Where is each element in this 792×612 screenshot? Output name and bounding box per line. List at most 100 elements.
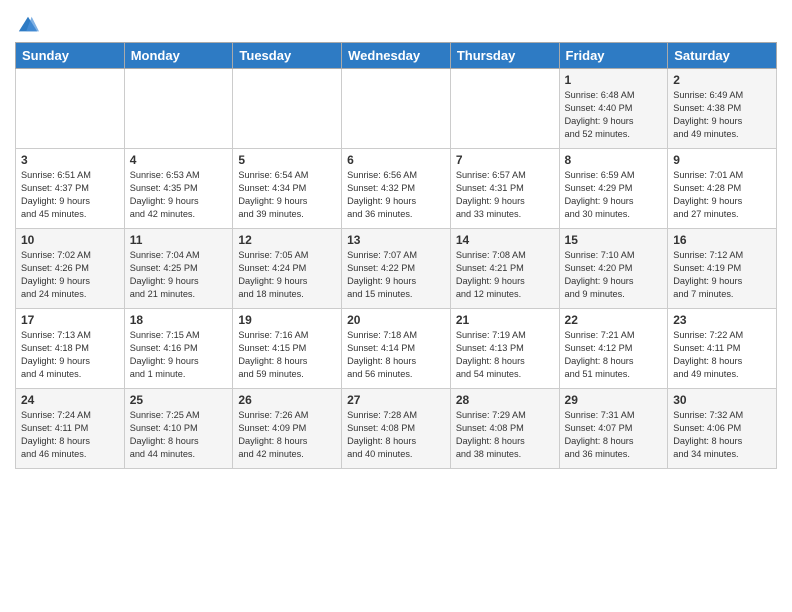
day-info: Sunrise: 7:07 AM Sunset: 4:22 PM Dayligh… xyxy=(347,249,445,301)
day-cell: 29 Sunrise: 7:31 AM Sunset: 4:07 PM Dayli… xyxy=(559,389,668,469)
day-cell: 18 Sunrise: 7:15 AM Sunset: 4:16 PM Dayli… xyxy=(124,309,233,389)
weekday-header-row: SundayMondayTuesdayWednesdayThursdayFrid… xyxy=(16,43,777,69)
day-number: 29 xyxy=(565,393,663,407)
day-info: Sunrise: 7:02 AM Sunset: 4:26 PM Dayligh… xyxy=(21,249,119,301)
day-cell xyxy=(124,69,233,149)
day-cell xyxy=(342,69,451,149)
day-info: Sunrise: 7:10 AM Sunset: 4:20 PM Dayligh… xyxy=(565,249,663,301)
day-number: 20 xyxy=(347,313,445,327)
day-cell xyxy=(450,69,559,149)
day-info: Sunrise: 7:08 AM Sunset: 4:21 PM Dayligh… xyxy=(456,249,554,301)
day-info: Sunrise: 7:26 AM Sunset: 4:09 PM Dayligh… xyxy=(238,409,336,461)
weekday-header-monday: Monday xyxy=(124,43,233,69)
day-number: 6 xyxy=(347,153,445,167)
day-info: Sunrise: 7:18 AM Sunset: 4:14 PM Dayligh… xyxy=(347,329,445,381)
day-cell: 8 Sunrise: 6:59 AM Sunset: 4:29 PM Daylig… xyxy=(559,149,668,229)
day-info: Sunrise: 7:24 AM Sunset: 4:11 PM Dayligh… xyxy=(21,409,119,461)
day-number: 13 xyxy=(347,233,445,247)
day-info: Sunrise: 6:59 AM Sunset: 4:29 PM Dayligh… xyxy=(565,169,663,221)
day-number: 12 xyxy=(238,233,336,247)
day-info: Sunrise: 7:13 AM Sunset: 4:18 PM Dayligh… xyxy=(21,329,119,381)
day-cell: 10 Sunrise: 7:02 AM Sunset: 4:26 PM Dayli… xyxy=(16,229,125,309)
day-number: 10 xyxy=(21,233,119,247)
day-info: Sunrise: 6:49 AM Sunset: 4:38 PM Dayligh… xyxy=(673,89,771,141)
week-row-2: 3 Sunrise: 6:51 AM Sunset: 4:37 PM Daylig… xyxy=(16,149,777,229)
day-cell: 13 Sunrise: 7:07 AM Sunset: 4:22 PM Dayli… xyxy=(342,229,451,309)
day-cell: 1 Sunrise: 6:48 AM Sunset: 4:40 PM Daylig… xyxy=(559,69,668,149)
day-info: Sunrise: 7:19 AM Sunset: 4:13 PM Dayligh… xyxy=(456,329,554,381)
day-number: 11 xyxy=(130,233,228,247)
day-cell: 5 Sunrise: 6:54 AM Sunset: 4:34 PM Daylig… xyxy=(233,149,342,229)
day-number: 28 xyxy=(456,393,554,407)
day-info: Sunrise: 7:01 AM Sunset: 4:28 PM Dayligh… xyxy=(673,169,771,221)
day-number: 18 xyxy=(130,313,228,327)
day-cell: 7 Sunrise: 6:57 AM Sunset: 4:31 PM Daylig… xyxy=(450,149,559,229)
day-number: 26 xyxy=(238,393,336,407)
day-cell xyxy=(233,69,342,149)
day-cell: 9 Sunrise: 7:01 AM Sunset: 4:28 PM Daylig… xyxy=(668,149,777,229)
day-info: Sunrise: 6:53 AM Sunset: 4:35 PM Dayligh… xyxy=(130,169,228,221)
day-number: 1 xyxy=(565,73,663,87)
day-info: Sunrise: 7:25 AM Sunset: 4:10 PM Dayligh… xyxy=(130,409,228,461)
day-number: 19 xyxy=(238,313,336,327)
day-info: Sunrise: 7:04 AM Sunset: 4:25 PM Dayligh… xyxy=(130,249,228,301)
day-cell: 22Sunrise: 7:21 AM Sunset: 4:12 PM Dayli… xyxy=(559,309,668,389)
day-number: 30 xyxy=(673,393,771,407)
day-cell: 12 Sunrise: 7:05 AM Sunset: 4:24 PM Dayli… xyxy=(233,229,342,309)
weekday-header-wednesday: Wednesday xyxy=(342,43,451,69)
day-cell: 14 Sunrise: 7:08 AM Sunset: 4:21 PM Dayli… xyxy=(450,229,559,309)
weekday-header-tuesday: Tuesday xyxy=(233,43,342,69)
day-number: 7 xyxy=(456,153,554,167)
day-number: 8 xyxy=(565,153,663,167)
day-info: Sunrise: 7:15 AM Sunset: 4:16 PM Dayligh… xyxy=(130,329,228,381)
week-row-4: 17 Sunrise: 7:13 AM Sunset: 4:18 PM Dayli… xyxy=(16,309,777,389)
day-number: 3 xyxy=(21,153,119,167)
calendar-table: SundayMondayTuesdayWednesdayThursdayFrid… xyxy=(15,42,777,469)
day-number: 21 xyxy=(456,313,554,327)
day-info: Sunrise: 7:32 AM Sunset: 4:06 PM Dayligh… xyxy=(673,409,771,461)
day-info: Sunrise: 7:31 AM Sunset: 4:07 PM Dayligh… xyxy=(565,409,663,461)
day-number: 27 xyxy=(347,393,445,407)
day-number: 17 xyxy=(21,313,119,327)
day-cell: 17 Sunrise: 7:13 AM Sunset: 4:18 PM Dayli… xyxy=(16,309,125,389)
day-cell: 24 Sunrise: 7:24 AM Sunset: 4:11 PM Dayli… xyxy=(16,389,125,469)
day-cell: 15 Sunrise: 7:10 AM Sunset: 4:20 PM Dayli… xyxy=(559,229,668,309)
day-cell: 27Sunrise: 7:28 AM Sunset: 4:08 PM Dayli… xyxy=(342,389,451,469)
week-row-3: 10 Sunrise: 7:02 AM Sunset: 4:26 PM Dayli… xyxy=(16,229,777,309)
day-number: 14 xyxy=(456,233,554,247)
day-number: 2 xyxy=(673,73,771,87)
week-row-5: 24 Sunrise: 7:24 AM Sunset: 4:11 PM Dayli… xyxy=(16,389,777,469)
day-number: 22 xyxy=(565,313,663,327)
day-number: 15 xyxy=(565,233,663,247)
day-cell: 25Sunrise: 7:25 AM Sunset: 4:10 PM Dayli… xyxy=(124,389,233,469)
day-cell: 21 Sunrise: 7:19 AM Sunset: 4:13 PM Dayli… xyxy=(450,309,559,389)
day-info: Sunrise: 6:48 AM Sunset: 4:40 PM Dayligh… xyxy=(565,89,663,141)
day-cell: 3 Sunrise: 6:51 AM Sunset: 4:37 PM Daylig… xyxy=(16,149,125,229)
day-cell: 26 Sunrise: 7:26 AM Sunset: 4:09 PM Dayli… xyxy=(233,389,342,469)
weekday-header-saturday: Saturday xyxy=(668,43,777,69)
weekday-header-sunday: Sunday xyxy=(16,43,125,69)
logo-icon xyxy=(17,14,39,36)
day-info: Sunrise: 6:54 AM Sunset: 4:34 PM Dayligh… xyxy=(238,169,336,221)
day-number: 4 xyxy=(130,153,228,167)
day-cell: 20 Sunrise: 7:18 AM Sunset: 4:14 PM Dayli… xyxy=(342,309,451,389)
day-number: 5 xyxy=(238,153,336,167)
day-cell: 23Sunrise: 7:22 AM Sunset: 4:11 PM Dayli… xyxy=(668,309,777,389)
day-info: Sunrise: 7:12 AM Sunset: 4:19 PM Dayligh… xyxy=(673,249,771,301)
day-info: Sunrise: 6:56 AM Sunset: 4:32 PM Dayligh… xyxy=(347,169,445,221)
day-cell: 30 Sunrise: 7:32 AM Sunset: 4:06 PM Dayli… xyxy=(668,389,777,469)
day-info: Sunrise: 7:22 AM Sunset: 4:11 PM Dayligh… xyxy=(673,329,771,381)
day-cell: 2 Sunrise: 6:49 AM Sunset: 4:38 PM Daylig… xyxy=(668,69,777,149)
day-cell: 4 Sunrise: 6:53 AM Sunset: 4:35 PM Daylig… xyxy=(124,149,233,229)
page-container: SundayMondayTuesdayWednesdayThursdayFrid… xyxy=(0,0,792,474)
day-info: Sunrise: 6:51 AM Sunset: 4:37 PM Dayligh… xyxy=(21,169,119,221)
day-info: Sunrise: 6:57 AM Sunset: 4:31 PM Dayligh… xyxy=(456,169,554,221)
day-cell: 16 Sunrise: 7:12 AM Sunset: 4:19 PM Dayli… xyxy=(668,229,777,309)
day-number: 16 xyxy=(673,233,771,247)
day-info: Sunrise: 7:29 AM Sunset: 4:08 PM Dayligh… xyxy=(456,409,554,461)
day-info: Sunrise: 7:16 AM Sunset: 4:15 PM Dayligh… xyxy=(238,329,336,381)
day-number: 9 xyxy=(673,153,771,167)
day-cell: 11 Sunrise: 7:04 AM Sunset: 4:25 PM Dayli… xyxy=(124,229,233,309)
day-info: Sunrise: 7:05 AM Sunset: 4:24 PM Dayligh… xyxy=(238,249,336,301)
day-number: 24 xyxy=(21,393,119,407)
